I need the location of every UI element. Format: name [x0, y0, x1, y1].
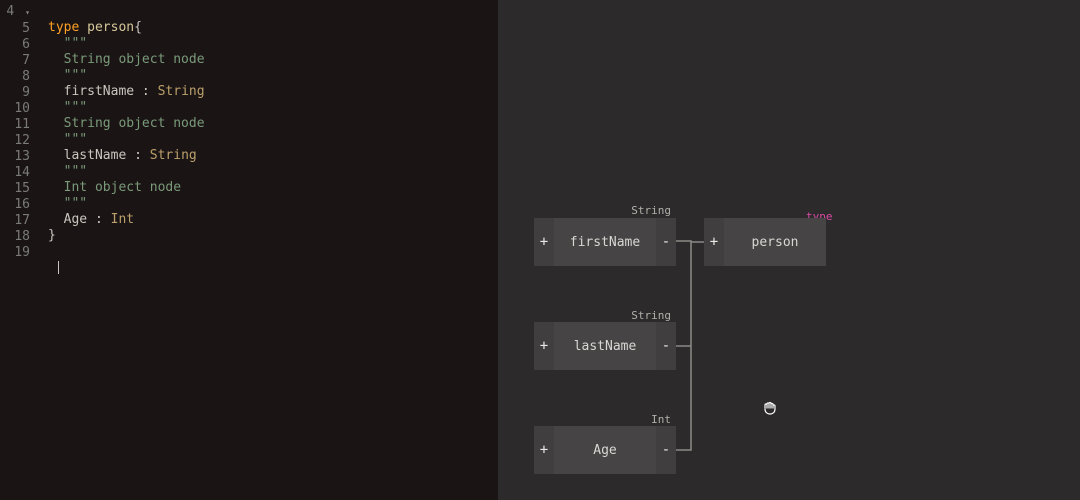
- node-plus-button[interactable]: +: [704, 218, 724, 266]
- node-person[interactable]: person: [724, 218, 826, 266]
- node-lastName[interactable]: lastName: [554, 322, 656, 370]
- node-minus-button[interactable]: -: [656, 218, 676, 266]
- node-plus-button[interactable]: +: [534, 426, 554, 474]
- line-gutter: 4 ▾ 5 6 7 8 9 10 11 12 13 14 15 16 17 18…: [0, 4, 36, 261]
- node-plus-button[interactable]: +: [534, 322, 554, 370]
- grab-cursor-icon: [762, 400, 778, 416]
- text-cursor: [58, 261, 59, 274]
- node-datatype-label: String: [626, 204, 671, 217]
- fold-icon[interactable]: ▾: [22, 5, 30, 21]
- code-text[interactable]: type person{ """ String object node """ …: [48, 4, 205, 276]
- code-editor-pane[interactable]: 4 ▾ 5 6 7 8 9 10 11 12 13 14 15 16 17 18…: [0, 0, 498, 500]
- node-datatype-label: Int: [626, 413, 671, 426]
- node-minus-button[interactable]: -: [656, 426, 676, 474]
- node-firstName[interactable]: firstName: [554, 218, 656, 266]
- graph-canvas[interactable]: String + firstName - String + lastName -…: [498, 0, 1080, 500]
- node-age[interactable]: Age: [554, 426, 656, 474]
- node-minus-button[interactable]: -: [656, 322, 676, 370]
- node-plus-button[interactable]: +: [534, 218, 554, 266]
- node-datatype-label: String: [626, 309, 671, 322]
